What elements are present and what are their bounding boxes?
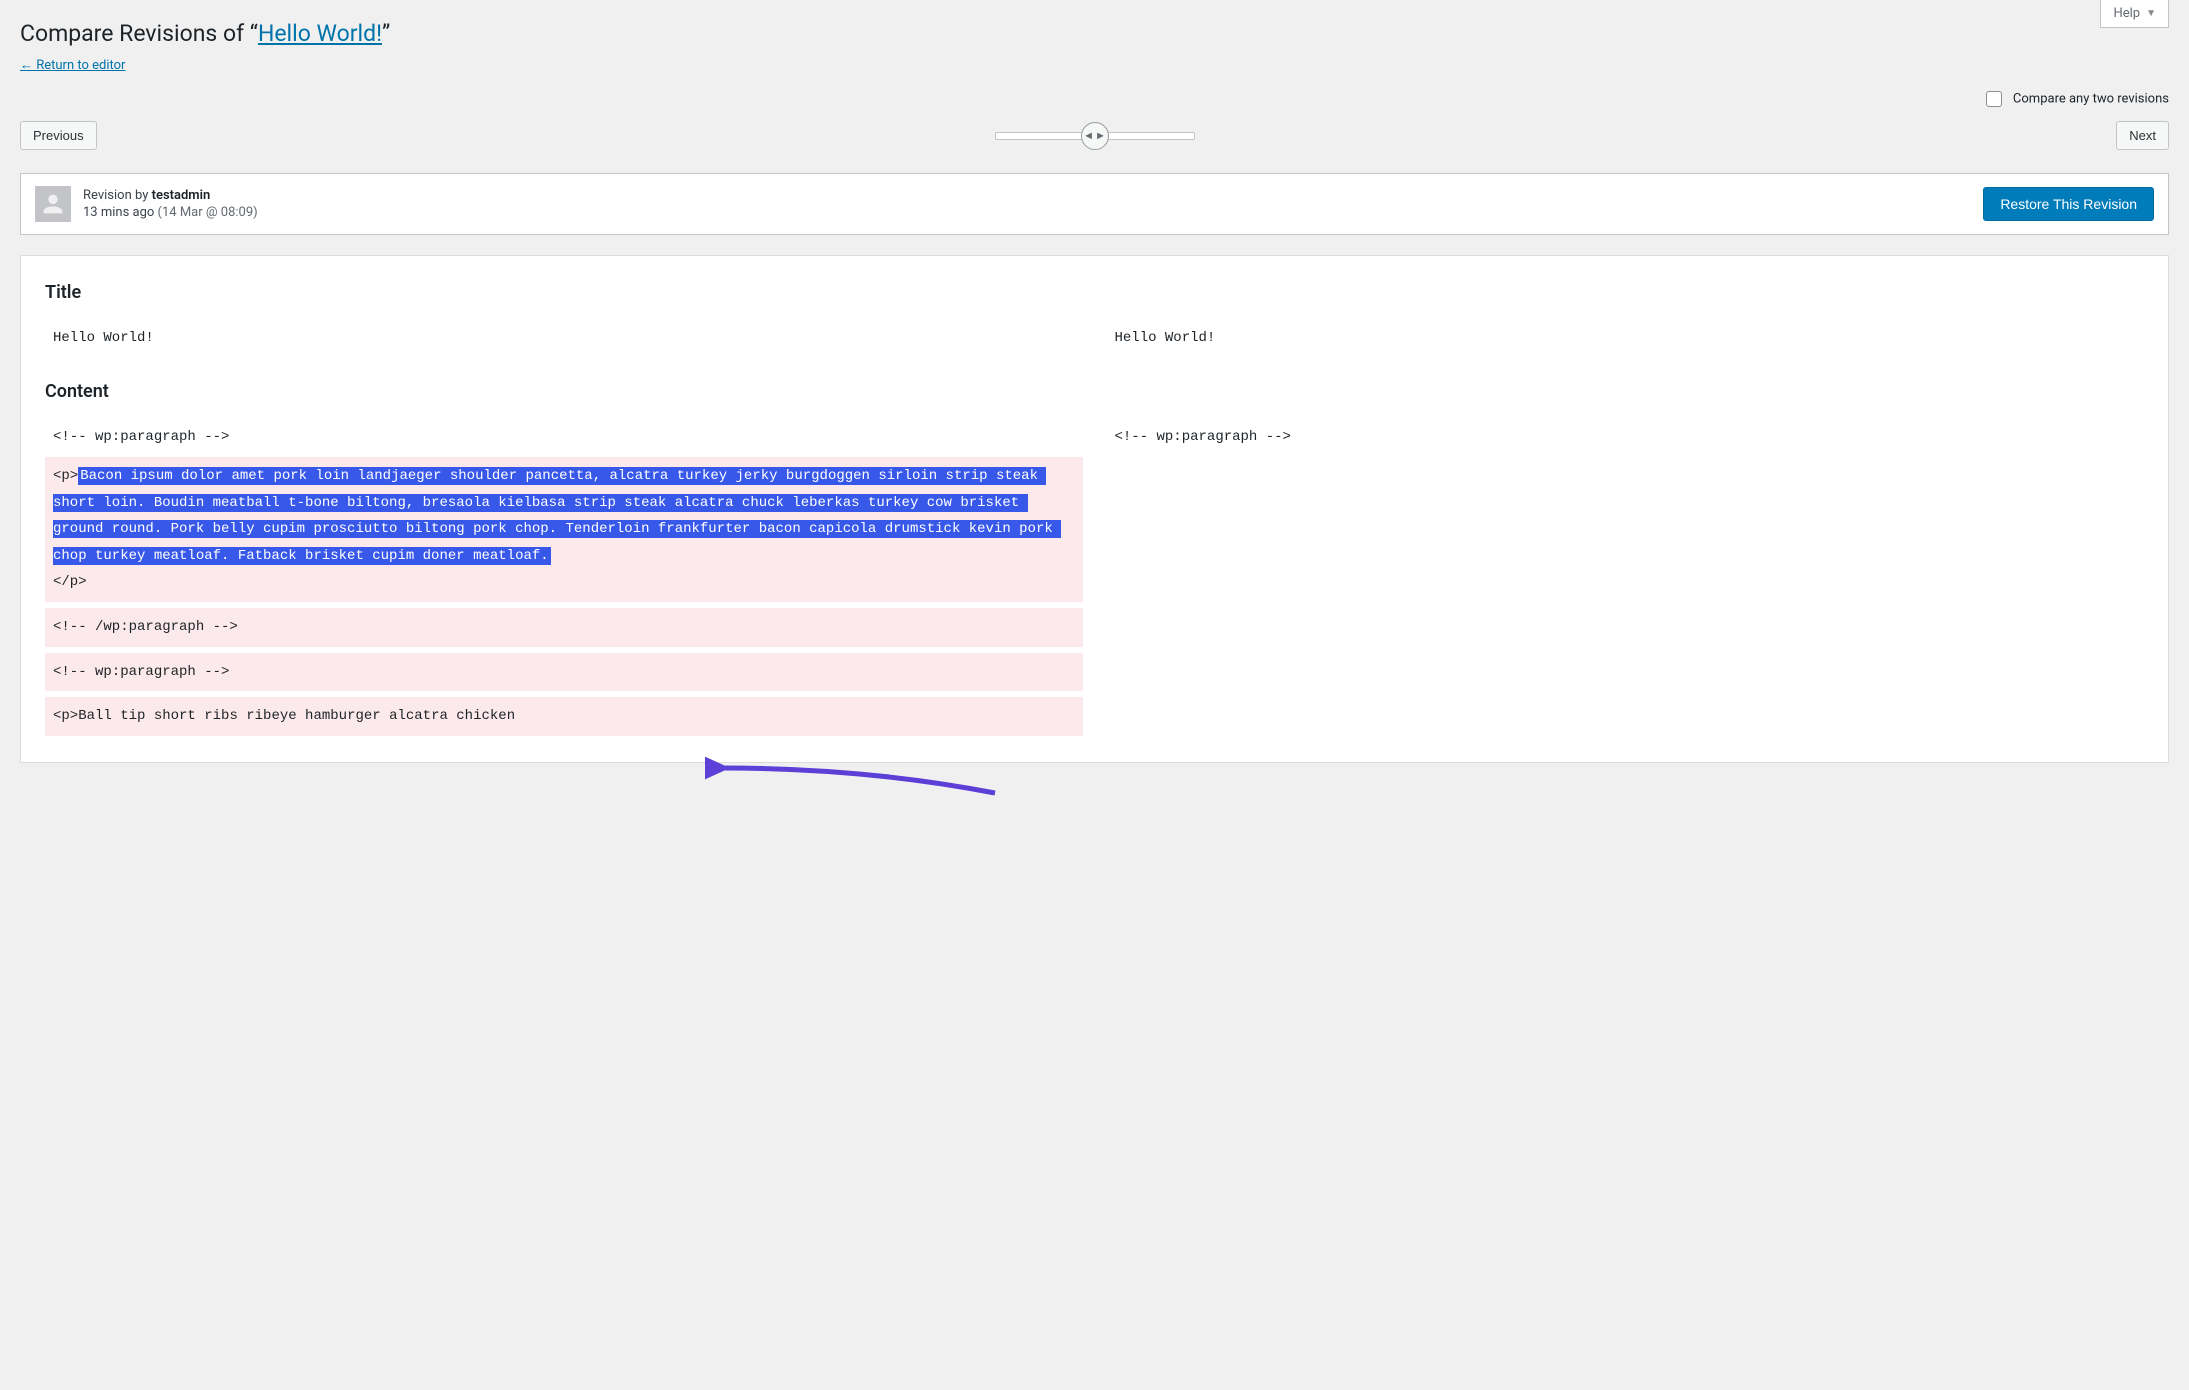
diff-title-left: Hello World! bbox=[45, 319, 1083, 358]
diff-title-right: Hello World! bbox=[1107, 319, 2145, 358]
post-title-link[interactable]: Hello World! bbox=[258, 20, 382, 47]
arrow-left-icon: ◄ bbox=[1083, 129, 1094, 142]
arrow-right-icon: ► bbox=[1095, 129, 1106, 142]
diff-left-removed-text: Bacon ipsum dolor amet pork loin landjae… bbox=[53, 467, 1061, 565]
page-title: Compare Revisions of “Hello World!” bbox=[20, 10, 2169, 53]
diff-left-line-5: <p>Ball tip short ribs ribeye hamburger … bbox=[45, 697, 1083, 736]
diff-right-line-1: <!-- wp:paragraph --> bbox=[1107, 418, 2145, 457]
diff-content-heading: Content bbox=[45, 381, 2144, 402]
restore-revision-button[interactable]: Restore This Revision bbox=[1983, 187, 2154, 221]
revision-timestamp: (14 Mar @ 08:09) bbox=[158, 205, 258, 220]
diff-left-line-5-text: Ball tip short ribs ribeye hamburger alc… bbox=[78, 708, 515, 724]
diff-left-removed-block: <p>Bacon ipsum dolor amet pork loin land… bbox=[45, 457, 1083, 602]
title-prefix: Compare Revisions of “ bbox=[20, 20, 258, 47]
help-tab[interactable]: Help ▼ bbox=[2100, 0, 2169, 28]
person-icon bbox=[39, 190, 67, 218]
return-to-editor-link[interactable]: ← Return to editor bbox=[20, 57, 125, 73]
title-suffix: ” bbox=[382, 20, 390, 47]
chevron-down-icon: ▼ bbox=[2146, 8, 2156, 19]
help-label: Help bbox=[2113, 6, 2140, 21]
revision-meta: Revision by testadmin 13 mins ago (14 Ma… bbox=[20, 173, 2169, 235]
compare-two-label: Compare any two revisions bbox=[2013, 91, 2169, 106]
revision-time-relative: 13 mins ago bbox=[83, 205, 154, 220]
slider-handle[interactable]: ◄► bbox=[1081, 122, 1109, 150]
avatar bbox=[35, 186, 71, 222]
revision-by-label: Revision by bbox=[83, 188, 152, 203]
diff-left-line-4: <!-- wp:paragraph --> bbox=[45, 653, 1083, 692]
revision-author: testadmin bbox=[152, 188, 211, 203]
compare-two-row: Compare any two revisions bbox=[20, 91, 2169, 107]
previous-button[interactable]: Previous bbox=[20, 121, 97, 150]
diff-left-line-5-open: <p> bbox=[53, 708, 78, 724]
revision-slider[interactable]: ◄► bbox=[995, 132, 1195, 140]
slider-track[interactable]: ◄► bbox=[995, 132, 1195, 140]
compare-two-checkbox[interactable] bbox=[1986, 91, 2002, 107]
diff-panel: Title Hello World! Hello World! Content … bbox=[20, 255, 2169, 763]
diff-left-p-open: <p> bbox=[53, 468, 78, 484]
annotation-arrow-icon bbox=[705, 748, 1005, 808]
diff-left-p-close: </p> bbox=[53, 574, 87, 590]
diff-left-line-1: <!-- wp:paragraph --> bbox=[45, 418, 1083, 457]
diff-title-heading: Title bbox=[45, 282, 2144, 303]
diff-left-line-3: <!-- /wp:paragraph --> bbox=[45, 608, 1083, 647]
next-button[interactable]: Next bbox=[2116, 121, 2169, 150]
